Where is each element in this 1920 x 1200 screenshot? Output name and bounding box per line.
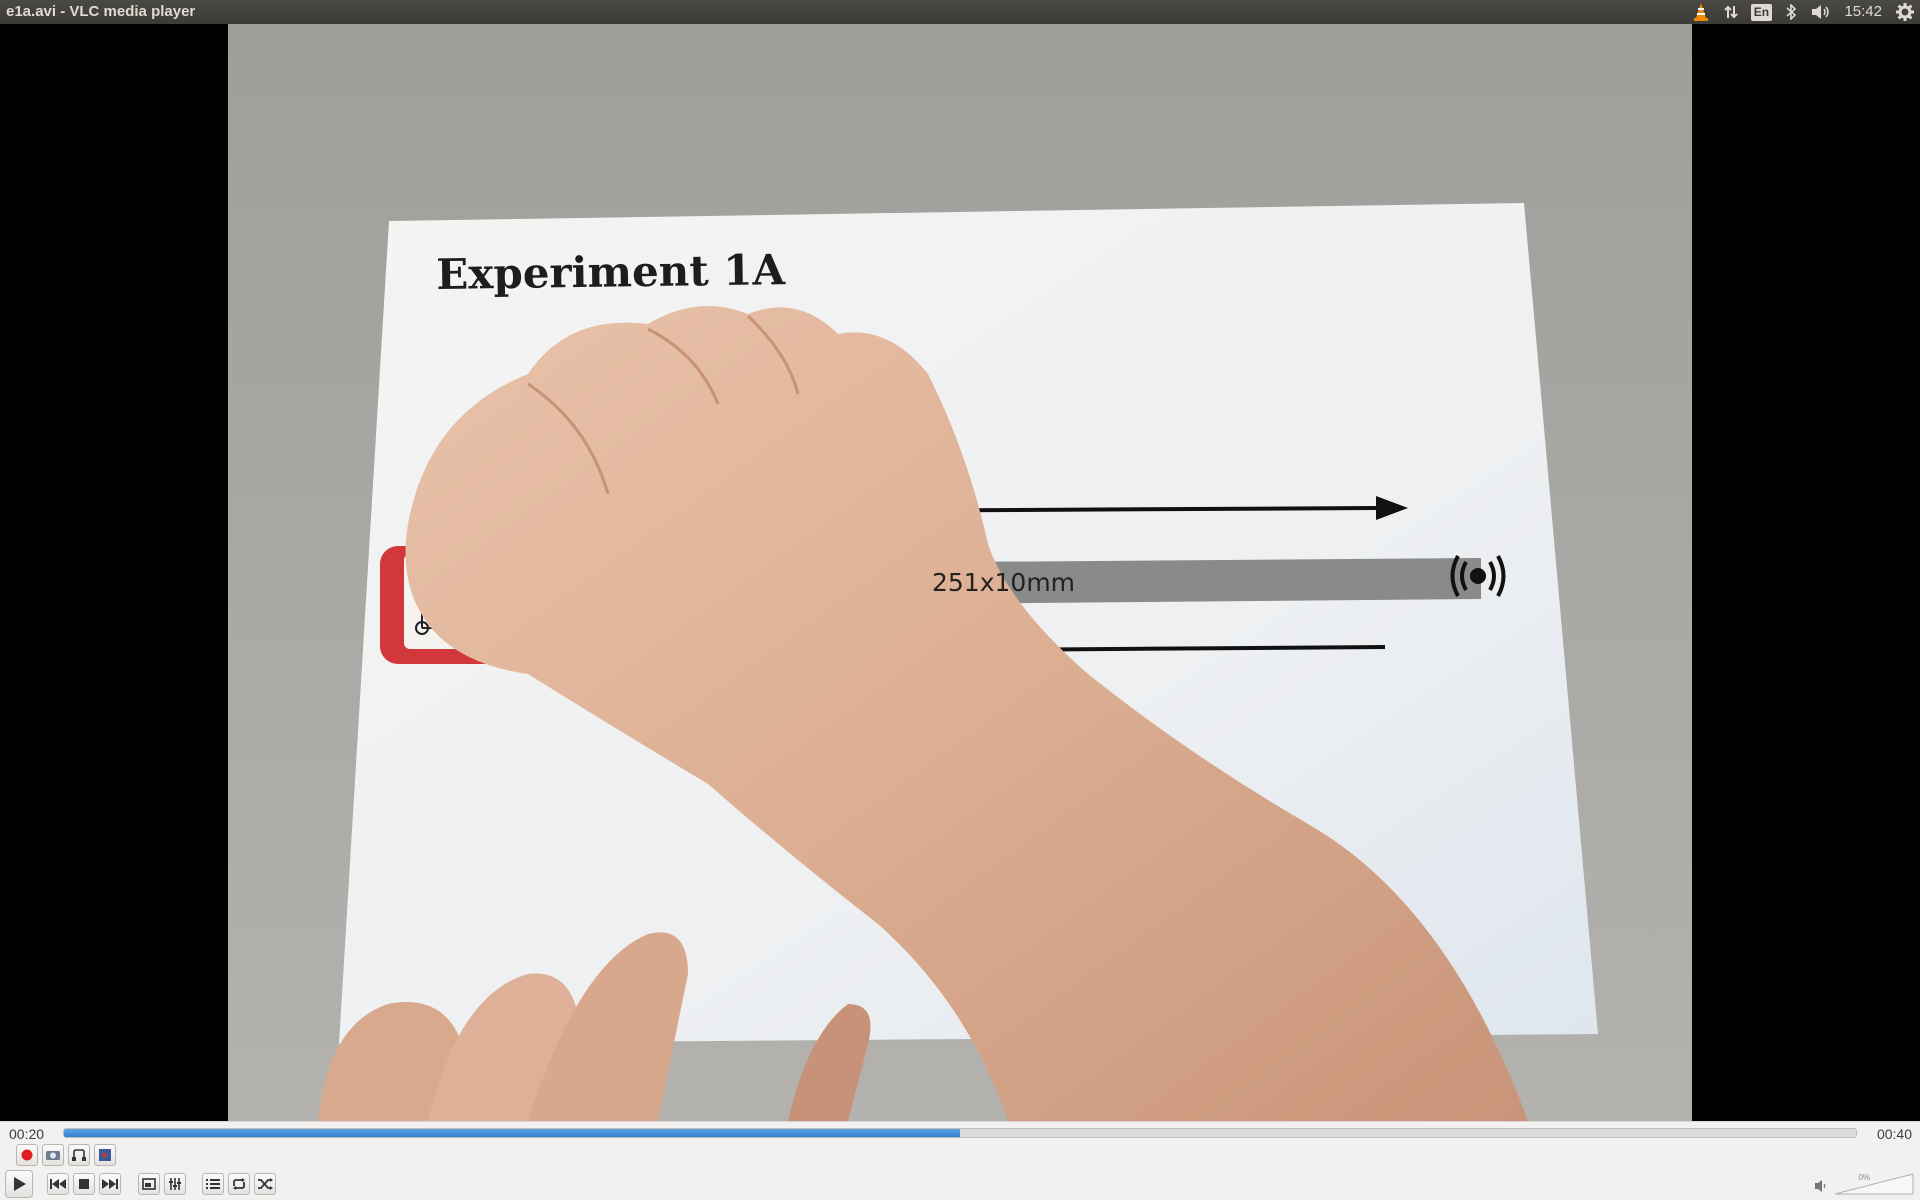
paper-title: Experiment 1A [436,245,786,299]
record-icon [21,1149,33,1161]
record-button[interactable] [16,1144,38,1166]
volume-control[interactable]: 0% [1814,1172,1914,1196]
seek-bar[interactable] [63,1128,1857,1138]
shuffle-icon [258,1178,273,1190]
stop-icon [79,1179,89,1189]
volume-slider[interactable] [1834,1173,1914,1195]
snapshot-button[interactable] [42,1144,64,1166]
top-panel: e1a.avi - VLC media player En 15:42 [0,0,1920,24]
stop-button[interactable] [73,1173,95,1195]
previous-button[interactable] [47,1173,69,1195]
frame-by-frame-icon [99,1149,111,1161]
next-button[interactable] [99,1173,121,1195]
playlist-button[interactable] [202,1173,224,1195]
vlc-cone-icon[interactable] [1686,0,1716,24]
network-arrows-icon[interactable] [1716,0,1746,24]
time-elapsed: 00:20 [9,1126,45,1142]
speaker-icon[interactable] [1814,1179,1830,1193]
fullscreen-icon [142,1178,156,1190]
strip-label: 251x10mm [932,568,1076,597]
extended-settings-button[interactable] [164,1173,186,1195]
system-tray: En 15:42 [1686,0,1920,24]
gear-icon[interactable] [1890,0,1920,24]
time-total: 00:40 [1876,1126,1912,1142]
bluetooth-icon[interactable] [1776,0,1806,24]
play-icon [14,1177,26,1191]
snapshot-icon [46,1151,60,1160]
keyboard-language-icon[interactable]: En [1746,0,1776,24]
shuffle-button[interactable] [254,1173,276,1195]
volume-icon[interactable] [1806,0,1836,24]
loop-icon [233,1178,245,1190]
playlist-icon [206,1179,220,1189]
loop-ab-button[interactable] [68,1144,90,1166]
extended-settings-icon [169,1178,181,1190]
controls-panel: 00:20 00:40 0% [0,1121,1920,1200]
window-title: e1a.avi - VLC media player [6,3,196,20]
play-button[interactable] [5,1170,33,1198]
frame-by-frame-button[interactable] [94,1144,116,1166]
clock[interactable]: 15:42 [1836,0,1890,24]
loop-button[interactable] [228,1173,250,1195]
video-frame[interactable]: Experiment 1A 251x10mm [228,24,1692,1121]
loop-ab-icon [72,1149,86,1161]
fullscreen-button[interactable] [138,1173,160,1195]
next-icon [102,1179,118,1189]
previous-icon [50,1179,66,1189]
seek-fill [64,1129,960,1137]
video-area[interactable]: Experiment 1A 251x10mm [0,24,1920,1121]
